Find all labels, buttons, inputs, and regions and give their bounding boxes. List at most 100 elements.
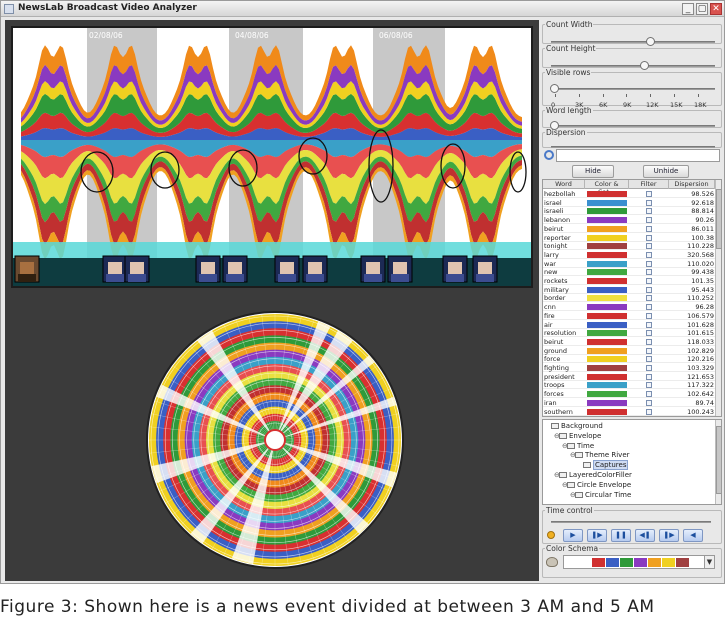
tree-node[interactable]: ⊖ Circle Envelope [562, 481, 631, 489]
tree-scrollbar[interactable] [715, 420, 721, 504]
filter-checkbox[interactable] [646, 304, 652, 311]
unhide-button[interactable]: Unhide [643, 165, 689, 178]
table-row[interactable]: larry 320.568 [543, 251, 715, 259]
filter-checkbox[interactable] [646, 225, 652, 232]
color-swatch[interactable] [587, 321, 627, 328]
theme-river-panel[interactable]: 01/08/06 02/08/06 03/08/06 04/08/06 05/08/06… [11, 26, 533, 288]
tree-node[interactable]: ⊖ Envelope [554, 432, 601, 440]
dispersion-track[interactable] [551, 146, 715, 148]
filter-checkbox[interactable] [646, 243, 652, 250]
table-row[interactable]: rockets 101.35 [543, 277, 715, 285]
tree-node[interactable]: ⊖ Theme River [570, 451, 630, 459]
color-swatch[interactable] [587, 208, 627, 215]
table-row[interactable]: beirut 86.011 [543, 225, 715, 233]
table-row[interactable]: war 110.020 [543, 260, 715, 268]
filter-checkbox[interactable] [646, 399, 652, 406]
filter-checkbox[interactable] [646, 269, 652, 276]
filter-checkbox[interactable] [646, 408, 652, 415]
tree-node[interactable]: Background [546, 422, 603, 430]
table-row[interactable]: president 121.653 [543, 373, 715, 381]
color-swatch[interactable] [587, 269, 627, 276]
tree-node[interactable]: Captures [578, 460, 629, 471]
color-swatch[interactable] [587, 408, 627, 415]
table-row[interactable]: force 120.216 [543, 355, 715, 364]
play-button[interactable]: ▶ [563, 529, 583, 542]
filter-checkbox[interactable] [646, 391, 652, 398]
word-length-track[interactable] [551, 125, 715, 127]
table-row[interactable]: fighting 103.329 [543, 364, 715, 372]
color-schema-dropdown[interactable]: ▼ [563, 555, 715, 569]
filter-checkbox[interactable] [646, 191, 652, 197]
color-swatch[interactable] [587, 391, 627, 398]
filter-checkbox[interactable] [646, 373, 652, 380]
table-row[interactable]: fire 106.579 [543, 312, 715, 320]
color-swatch[interactable] [587, 234, 627, 241]
color-swatch[interactable] [587, 356, 627, 363]
table-row[interactable]: hezbollah 98.526 [543, 190, 715, 198]
visible-rows-slider[interactable] [550, 84, 560, 93]
table-row[interactable]: new 99.438 [543, 268, 715, 277]
table-row[interactable]: border 110.252 [543, 294, 715, 303]
chevron-down-icon[interactable]: ▼ [704, 556, 714, 568]
count-height-track[interactable] [551, 65, 715, 67]
table-row[interactable]: tonight 110.228 [543, 242, 715, 251]
color-swatch[interactable] [587, 304, 627, 311]
circular-time-panel[interactable] [145, 296, 405, 576]
color-swatch[interactable] [587, 347, 627, 354]
filter-checkbox[interactable] [646, 312, 652, 319]
filter-checkbox[interactable] [646, 356, 652, 363]
color-swatch[interactable] [587, 217, 627, 224]
table-row[interactable]: reporter 100.38 [543, 234, 715, 242]
table-row[interactable]: troops 117.322 [543, 381, 715, 390]
color-swatch[interactable] [587, 225, 627, 232]
circular-theme-view[interactable] [145, 296, 405, 576]
color-swatch[interactable] [587, 286, 627, 293]
filter-checkbox[interactable] [646, 321, 652, 328]
table-row[interactable]: air 101.628 [543, 321, 715, 329]
table-row[interactable]: cnn 96.28 [543, 303, 715, 312]
pause-button[interactable]: ❚❚ [611, 529, 631, 542]
color-swatch[interactable] [587, 243, 627, 250]
table-row[interactable]: israel 92.618 [543, 199, 715, 207]
maximize-button[interactable]: ▢ [696, 3, 708, 15]
color-swatch[interactable] [587, 278, 627, 284]
color-swatch[interactable] [587, 365, 627, 371]
filter-checkbox[interactable] [646, 330, 652, 337]
table-row[interactable]: military 95.443 [543, 286, 715, 294]
filter-checkbox[interactable] [646, 347, 652, 354]
minimize-button[interactable]: _ [682, 3, 694, 15]
close-button[interactable]: ✕ [710, 3, 722, 15]
color-swatch[interactable] [587, 338, 627, 345]
color-swatch[interactable] [587, 191, 627, 197]
scroll-thumb[interactable] [716, 189, 721, 249]
tree-node[interactable]: ⊖ Circular Time [570, 491, 631, 499]
color-swatch[interactable] [587, 399, 627, 406]
step-forward-button[interactable]: ❚▶ [587, 529, 607, 542]
record-icon[interactable] [547, 531, 555, 539]
table-row[interactable]: iran 89.74 [543, 399, 715, 407]
filter-checkbox[interactable] [646, 338, 652, 345]
table-row[interactable]: ground 102.829 [543, 347, 715, 355]
search-icon[interactable] [544, 150, 554, 160]
filter-checkbox[interactable] [646, 382, 652, 389]
color-swatch[interactable] [587, 312, 627, 319]
filter-checkbox[interactable] [646, 365, 652, 371]
table-row[interactable]: lebanon 90.26 [543, 216, 715, 225]
tree-node[interactable]: ⊖ LayeredColorFiller [554, 471, 632, 479]
filter-checkbox[interactable] [646, 286, 652, 293]
table-scrollbar[interactable] [715, 180, 721, 416]
color-swatch[interactable] [587, 199, 627, 206]
table-row[interactable]: southern 100.243 [543, 408, 715, 416]
table-row[interactable]: resolution 101.615 [543, 329, 715, 338]
visible-rows-track[interactable] [551, 88, 715, 90]
column-header-color[interactable]: Color & Cat... [585, 180, 629, 196]
column-header-word[interactable]: Word [543, 180, 585, 189]
color-swatch[interactable] [587, 295, 627, 302]
table-row[interactable]: forces 102.642 [543, 390, 715, 399]
hide-button[interactable]: Hide [572, 165, 614, 178]
count-width-track[interactable] [551, 41, 715, 43]
color-swatch[interactable] [587, 330, 627, 337]
column-header-dispersion[interactable]: Dispersion [669, 180, 715, 189]
filter-checkbox[interactable] [646, 260, 652, 267]
filter-checkbox[interactable] [646, 295, 652, 302]
